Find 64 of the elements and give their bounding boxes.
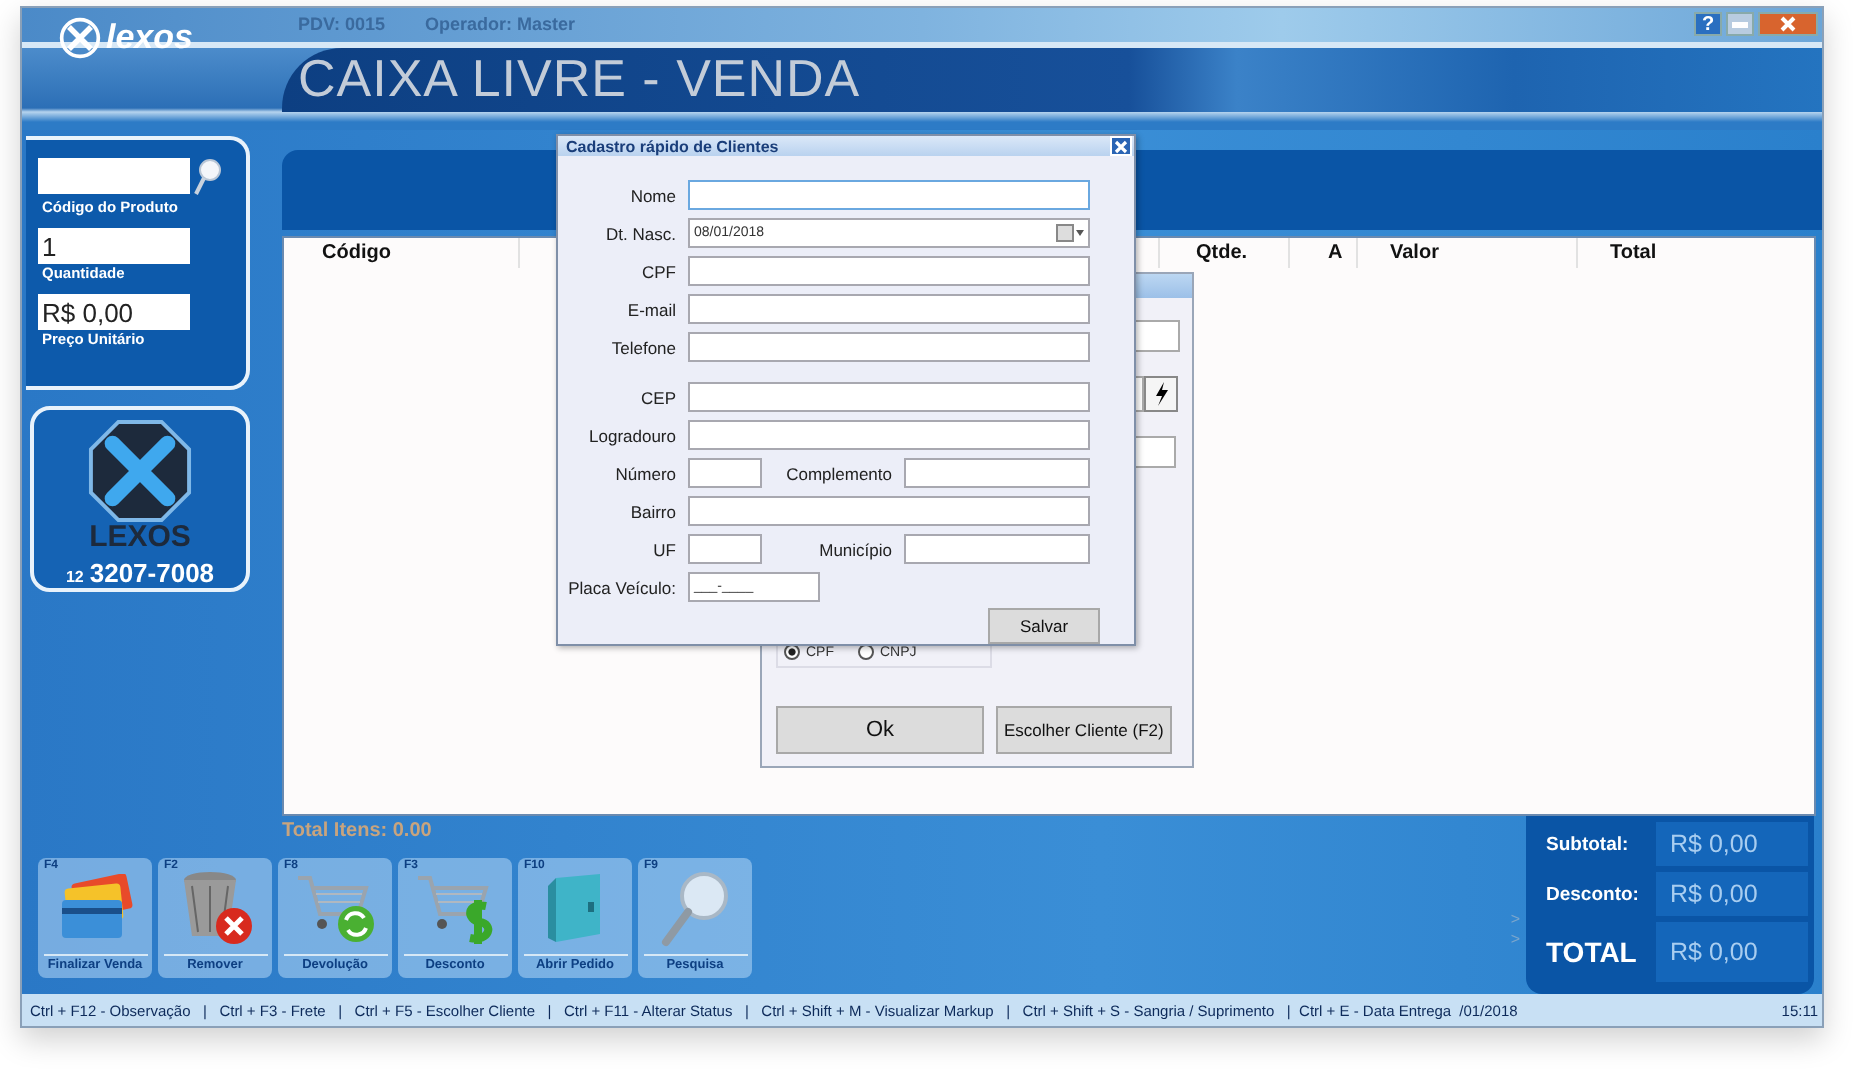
column-header: Código	[284, 238, 520, 269]
dialog-button[interactable]: Ok	[776, 706, 984, 754]
text-field[interactable]	[688, 382, 1090, 412]
search-icon[interactable]	[194, 158, 222, 199]
field-label: E-mail	[625, 299, 678, 319]
cart-arrows-icon	[293, 870, 377, 947]
total-value: R$ 0,00	[1656, 822, 1808, 867]
field-label: Nome	[628, 185, 678, 205]
text-field[interactable]	[688, 420, 1090, 450]
help-button[interactable]: ?	[1694, 12, 1722, 37]
search-icon	[659, 868, 731, 949]
text-field[interactable]	[688, 294, 1090, 324]
lightning-icon	[1153, 382, 1169, 406]
save-button[interactable]: Salvar	[988, 608, 1100, 644]
column-header: Valor	[1358, 238, 1578, 269]
text-field[interactable]	[688, 180, 1090, 210]
total-items-label: Total Itens: 0.00	[282, 820, 434, 843]
field-label: Placa Veículo:	[566, 577, 678, 597]
arrow-mark: >	[1510, 930, 1520, 951]
close-icon	[1780, 16, 1796, 33]
total-label: Subtotal:	[1546, 833, 1629, 856]
product-input[interactable]	[38, 158, 190, 195]
calendar-dropdown-icon[interactable]	[1056, 224, 1084, 242]
text-field[interactable]	[904, 534, 1090, 564]
phone-number: 3207-7008	[89, 558, 215, 589]
column-header: A	[1290, 238, 1358, 269]
dialog-title: Cadastro rápido de Clientes	[566, 137, 779, 155]
minimize-icon	[1732, 21, 1748, 28]
close-icon	[1114, 139, 1128, 153]
column-header: Total	[1608, 240, 1659, 269]
field-label: CEP	[639, 387, 678, 407]
text-field[interactable]	[688, 496, 1090, 526]
field-label: Complemento	[784, 463, 894, 483]
text-field[interactable]	[688, 534, 762, 564]
minimize-button[interactable]	[1726, 12, 1754, 37]
screen-title: CAIXA LIVRE - VENDA	[298, 48, 861, 111]
column-header: Qtde.	[1160, 238, 1290, 269]
text-field[interactable]	[688, 458, 762, 488]
field-label: UF	[651, 539, 678, 559]
field-label: Município	[817, 539, 894, 559]
logo-icon	[58, 16, 102, 60]
product-input[interactable]: 1	[38, 228, 190, 265]
x-logo-icon	[86, 418, 194, 525]
lightning-button[interactable]	[1144, 376, 1178, 412]
field-label: Telefone	[609, 337, 678, 357]
dialog-button[interactable]: Escolher Cliente (F2)	[996, 706, 1172, 754]
cart-dollar-icon	[413, 870, 497, 947]
total-value: R$ 0,00	[1656, 872, 1808, 917]
text-field[interactable]	[688, 332, 1090, 362]
total-label: Desconto:	[1546, 883, 1639, 906]
arrow-mark: >	[1510, 910, 1520, 931]
product-input[interactable]: R$ 0,00	[38, 294, 190, 331]
text-field[interactable]	[904, 458, 1090, 488]
total-value: R$ 0,00	[1656, 922, 1808, 983]
brand-name: LEXOS	[89, 524, 191, 553]
field-label: Dt. Nasc.	[604, 223, 678, 243]
field-label: Logradouro	[587, 425, 678, 445]
area-code: 12	[65, 568, 84, 587]
field-label: Número	[613, 463, 678, 483]
close-button[interactable]	[1758, 12, 1818, 37]
total-label: TOTAL	[1546, 936, 1637, 969]
text-field[interactable]	[688, 256, 1090, 286]
field-label: Bairro	[628, 501, 678, 521]
field-label: CPF	[640, 261, 678, 281]
